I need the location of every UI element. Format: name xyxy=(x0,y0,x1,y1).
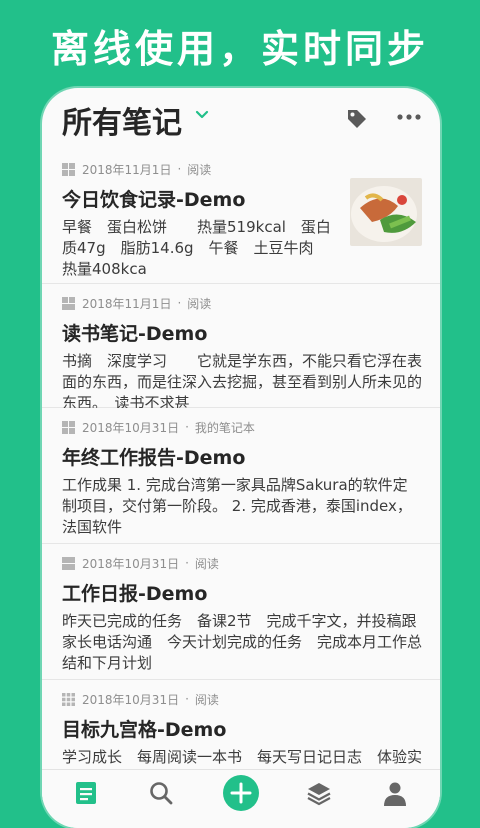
note-date: 2018年10月31日 xyxy=(82,692,180,707)
profile-icon[interactable] xyxy=(382,780,408,806)
note-notebook: 阅读 xyxy=(194,692,219,707)
promo-headline: 离线使用，实时同步 xyxy=(50,27,429,71)
note-meta: 2018年11月1日 · 阅读 xyxy=(62,284,422,316)
note-notebook: 阅读 xyxy=(187,162,212,177)
note-meta: 2018年10月31日 · 我的笔记本 xyxy=(62,408,422,440)
notebook-grid-icon xyxy=(62,162,75,176)
phone-screen: 所有笔记 2018年11月1日 · 阅读 今日饮食记录-Demo 早餐 蛋白松饼… xyxy=(42,88,440,828)
notes-icon[interactable] xyxy=(73,780,99,806)
page-title[interactable]: 所有笔记 xyxy=(62,98,182,142)
note-snippet: 工作成果 1. 完成台湾第一家具品牌Sakura的软件定制项目，交付第一阶段。 … xyxy=(62,476,412,536)
note-item[interactable]: 2018年11月1日 · 阅读 今日饮食记录-Demo 早餐 蛋白松饼 热量51… xyxy=(42,150,440,284)
notebook-nine-grid-icon xyxy=(62,692,75,706)
bottom-navigation xyxy=(42,769,440,828)
notebook-grid-icon xyxy=(62,420,75,434)
note-title: 工作日报-Demo xyxy=(62,583,208,605)
note-title: 读书笔记-Demo xyxy=(62,323,208,345)
note-date: 2018年10月31日 xyxy=(82,420,180,435)
note-date: 2018年10月31日 xyxy=(82,556,180,571)
note-item[interactable]: 2018年10月31日 · 阅读 工作日报-Demo 昨天已完成的任务 备课2节… xyxy=(42,544,440,680)
add-icon[interactable] xyxy=(222,774,260,812)
note-thumbnail-image xyxy=(350,178,422,246)
note-title: 目标九宫格-Demo xyxy=(62,719,227,741)
notebook-grid-icon xyxy=(62,296,75,310)
more-icon[interactable] xyxy=(397,112,421,122)
note-snippet: 昨天已完成的任务 备课2节 完成千字文，并投稿跟家长电话沟通 今天计划完成的任务… xyxy=(62,612,423,672)
note-item[interactable]: 2018年10月31日 · 我的笔记本 年终工作报告-Demo 工作成果 1. … xyxy=(42,408,440,544)
note-snippet: 学习成长 每周阅读一本书 每天写日记日志 体验实 xyxy=(62,748,423,766)
notebook-grid-icon xyxy=(62,556,75,570)
tag-icon[interactable] xyxy=(346,108,368,130)
note-item[interactable]: 2018年11月1日 · 阅读 读书笔记-Demo 书摘 深度学习 它就是学东西… xyxy=(42,284,440,412)
top-bar: 所有笔记 xyxy=(42,88,440,150)
notes-list: 2018年11月1日 · 阅读 今日饮食记录-Demo 早餐 蛋白松饼 热量51… xyxy=(42,150,440,800)
note-title: 今日饮食记录-Demo xyxy=(62,189,246,211)
note-date: 2018年11月1日 xyxy=(82,296,172,311)
note-meta: 2018年10月31日 · 阅读 xyxy=(62,680,422,712)
note-title: 年终工作报告-Demo xyxy=(62,447,246,469)
note-notebook: 阅读 xyxy=(187,296,212,311)
note-snippet: 书摘 深度学习 它就是学东西，不能只看它浮在表面的东西，而是往深入去挖掘，甚至看… xyxy=(62,352,423,412)
chevron-down-icon[interactable] xyxy=(195,108,209,122)
note-date: 2018年11月1日 xyxy=(82,162,172,177)
note-notebook: 阅读 xyxy=(194,556,219,571)
note-notebook: 我的笔记本 xyxy=(194,420,255,435)
search-icon[interactable] xyxy=(148,780,174,806)
note-snippet: 早餐 蛋白松饼 热量519kcal 蛋白质47g 脂肪14.6g 午餐 土豆牛肉… xyxy=(62,218,344,278)
note-meta: 2018年10月31日 · 阅读 xyxy=(62,544,422,576)
notebooks-icon[interactable] xyxy=(306,780,332,806)
